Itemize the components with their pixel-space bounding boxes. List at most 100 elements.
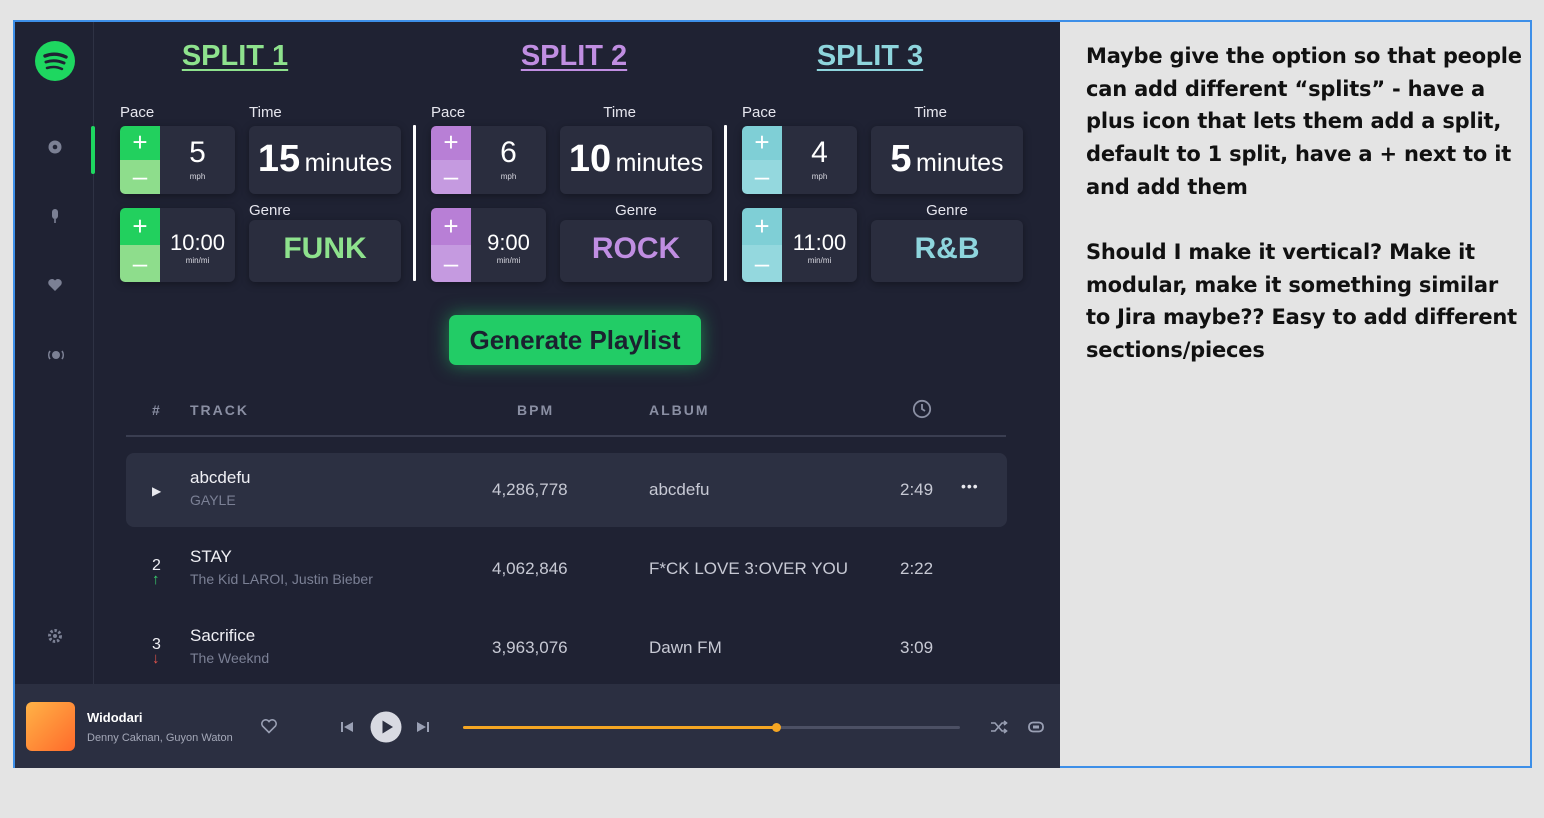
tempo-stepper: + – 11:00 min/mi xyxy=(742,208,857,282)
now-playing-bar: Widodari Denny Caknan, Guyon Waton xyxy=(15,684,1060,768)
pace-stepper-buttons: + – xyxy=(120,126,160,194)
track-artist[interactable]: The Kid LAROI, Justin Bieber xyxy=(190,571,373,587)
track-artist[interactable]: The Weeknd xyxy=(190,650,269,666)
time-value: 10 xyxy=(568,138,612,180)
time-display: 15 minutes xyxy=(249,138,401,181)
pace-unit: mph xyxy=(189,172,206,181)
time-field[interactable]: 15 minutes xyxy=(249,126,401,194)
track-album[interactable]: abcdefu xyxy=(649,480,710,500)
track-bpm: 4,062,846 xyxy=(492,559,568,578)
time-label: Time xyxy=(603,104,636,121)
split-divider xyxy=(724,125,727,281)
split-divider xyxy=(413,125,416,281)
note-layout: Should I make it vertical? Make it modul… xyxy=(1086,240,1517,363)
pace-decrement-button[interactable]: – xyxy=(431,160,471,194)
now-playing-artist[interactable]: Denny Caknan, Guyon Waton xyxy=(87,732,233,744)
tempo-stepper-buttons: + – xyxy=(120,208,160,282)
split-title[interactable]: SPLIT 2 xyxy=(514,40,634,73)
pace-increment-button[interactable]: + xyxy=(742,126,782,160)
playback-progress-handle[interactable] xyxy=(772,723,782,732)
repeat-icon[interactable] xyxy=(1027,719,1045,740)
home-icon[interactable] xyxy=(47,139,63,155)
notes-panel: Maybe give the option so that people can… xyxy=(1062,22,1530,766)
track-duration: 2:22 xyxy=(900,559,934,578)
tempo-unit: min/mi xyxy=(185,256,210,265)
pace-unit: mph xyxy=(811,172,828,181)
pace-label: Pace xyxy=(120,104,155,121)
microphone-icon[interactable] xyxy=(47,208,63,224)
tempo-increment-button[interactable]: + xyxy=(431,208,471,245)
arrow-down-icon: ↓ xyxy=(152,650,160,667)
pace-decrement-button[interactable]: – xyxy=(120,160,160,194)
genre-label: Genre xyxy=(249,202,291,219)
tempo-unit: min/mi xyxy=(807,256,832,265)
pace-value: 4 xyxy=(811,136,828,169)
pace-increment-button[interactable]: + xyxy=(431,126,471,160)
tempo-increment-button[interactable]: + xyxy=(742,208,782,245)
tempo-decrement-button[interactable]: – xyxy=(431,245,471,282)
track-title[interactable]: STAY xyxy=(190,547,232,567)
column-header-bpm[interactable]: BPM xyxy=(517,402,554,418)
genre-field[interactable]: FUNK xyxy=(249,220,401,282)
genre-field[interactable]: R&B xyxy=(871,220,1023,282)
pace-increment-button[interactable]: + xyxy=(120,126,160,160)
playback-progress-bar[interactable] xyxy=(463,723,960,732)
time-unit: minutes xyxy=(615,149,704,177)
pace-unit: mph xyxy=(500,172,517,181)
tempo-stepper-buttons: + – xyxy=(431,208,471,282)
more-options-icon[interactable]: ••• xyxy=(961,478,979,494)
genre-label: Genre xyxy=(926,202,968,219)
time-field[interactable]: 10 minutes xyxy=(560,126,712,194)
sidebar-active-indicator xyxy=(91,126,95,174)
shuffle-icon[interactable] xyxy=(990,719,1008,740)
tempo-value: 11:00 xyxy=(792,230,847,255)
generate-playlist-button[interactable]: Generate Playlist xyxy=(449,315,701,365)
time-field[interactable]: 5 minutes xyxy=(871,126,1023,194)
settings-icon[interactable] xyxy=(47,628,63,644)
split-title[interactable]: SPLIT 1 xyxy=(175,40,295,73)
tempo-decrement-button[interactable]: – xyxy=(120,245,160,282)
pace-stepper-buttons: + – xyxy=(742,126,782,194)
tempo-decrement-button[interactable]: – xyxy=(742,245,782,282)
split-title[interactable]: SPLIT 3 xyxy=(810,40,930,73)
track-artist[interactable]: GAYLE xyxy=(190,492,236,508)
tempo-value: 10:00 xyxy=(169,230,226,255)
track-title[interactable]: Sacrifice xyxy=(190,626,255,646)
track-bpm: 4,286,778 xyxy=(492,480,568,499)
pace-decrement-button[interactable]: – xyxy=(742,160,782,194)
previous-icon[interactable] xyxy=(340,720,354,739)
column-header-album[interactable]: ALBUM xyxy=(649,402,710,418)
radio-icon[interactable] xyxy=(47,346,65,362)
sidebar xyxy=(15,22,94,684)
pace-value: 6 xyxy=(500,136,517,169)
pace-stepper-buttons: + – xyxy=(431,126,471,194)
album-cover[interactable] xyxy=(26,702,75,751)
tempo-value: 9:00 xyxy=(487,230,530,255)
spotify-logo[interactable] xyxy=(35,41,75,81)
track-bpm: 3,963,076 xyxy=(492,638,568,657)
arrow-up-icon: ↑ xyxy=(152,571,160,588)
track-duration: 3:09 xyxy=(900,638,934,657)
now-playing-title[interactable]: Widodari xyxy=(87,710,143,725)
column-header-track[interactable]: TRACK xyxy=(190,402,249,418)
tempo-stepper: + – 10:00 min/mi xyxy=(120,208,235,282)
play-track-icon[interactable]: ▶ xyxy=(152,484,161,498)
next-icon[interactable] xyxy=(416,720,430,739)
heart-icon[interactable] xyxy=(47,277,63,293)
heart-icon[interactable] xyxy=(260,718,278,739)
time-label: Time xyxy=(914,104,947,121)
time-unit: minutes xyxy=(916,149,1004,177)
time-value: 5 xyxy=(890,138,912,180)
time-value: 15 xyxy=(257,138,301,180)
track-title[interactable]: abcdefu xyxy=(190,468,251,488)
pace-value: 5 xyxy=(189,136,206,169)
genre-field[interactable]: ROCK xyxy=(560,220,712,282)
pace-label: Pace xyxy=(431,104,466,121)
tempo-increment-button[interactable]: + xyxy=(120,208,160,245)
genre-value: ROCK xyxy=(591,232,681,265)
track-duration: 2:49 xyxy=(900,480,934,499)
play-icon[interactable] xyxy=(370,711,402,748)
track-album[interactable]: F*CK LOVE 3:OVER YOU xyxy=(649,559,848,579)
track-album[interactable]: Dawn FM xyxy=(649,638,722,658)
tempo-stepper: + – 9:00 min/mi xyxy=(431,208,546,282)
